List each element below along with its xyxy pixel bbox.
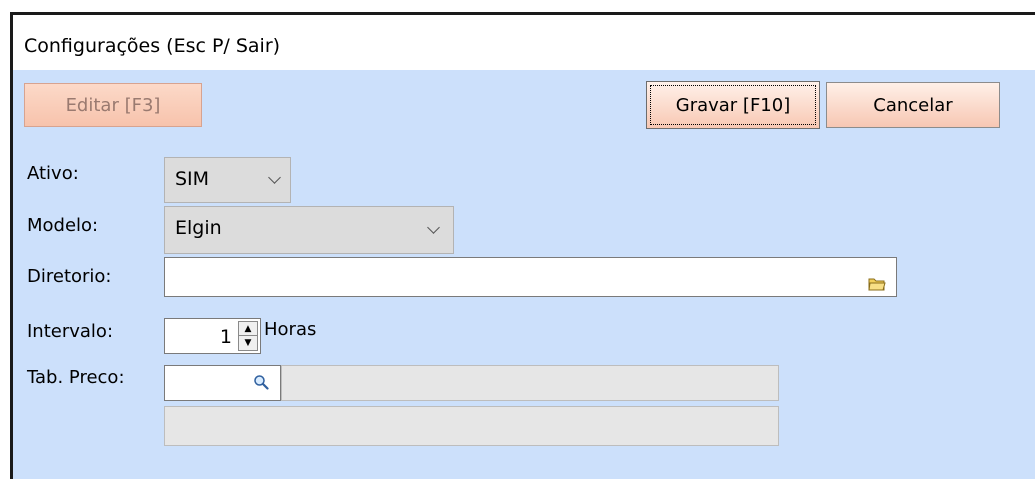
- spin-buttons: ▲ ▼: [238, 321, 258, 351]
- intervalo-value: 1: [219, 326, 232, 348]
- chevron-down-icon: [427, 221, 440, 234]
- cancelar-button[interactable]: Cancelar: [826, 82, 1000, 128]
- ativo-value: SIM: [175, 168, 210, 190]
- intervalo-label: Intervalo:: [27, 321, 114, 342]
- tab-preco-lookup-button[interactable]: [249, 368, 273, 396]
- tab-preco-description: [281, 365, 779, 401]
- ativo-select[interactable]: SIM: [164, 157, 291, 203]
- chevron-down-icon: [268, 171, 281, 184]
- focus-ring: [650, 85, 816, 125]
- ativo-label: Ativo:: [27, 163, 79, 184]
- editar-button-label: Editar [F3]: [65, 94, 161, 116]
- window-title: Configurações (Esc P/ Sair): [24, 35, 281, 57]
- modelo-select[interactable]: Elgin: [164, 206, 454, 254]
- intervalo-unit: Horas: [264, 319, 317, 340]
- intervalo-spinner[interactable]: 1 ▲ ▼: [164, 318, 261, 354]
- diretorio-input[interactable]: [164, 257, 897, 297]
- diretorio-label: Diretorio:: [27, 266, 112, 287]
- spin-down-button[interactable]: ▼: [239, 336, 257, 350]
- magnifier-icon: [254, 375, 269, 390]
- title-bar: Configurações (Esc P/ Sair): [13, 15, 1035, 70]
- gravar-button[interactable]: Gravar [F10]: [646, 81, 820, 129]
- tab-preco-detail: [164, 406, 779, 446]
- tab-preco-label: Tab. Preco:: [27, 367, 125, 388]
- config-window: Configurações (Esc P/ Sair) Editar [F3] …: [10, 12, 1035, 479]
- editar-button[interactable]: Editar [F3]: [24, 83, 202, 127]
- browse-folder-button[interactable]: [865, 272, 889, 296]
- cancelar-button-label: Cancelar: [873, 94, 953, 116]
- folder-icon: [868, 278, 886, 291]
- modelo-label: Modelo:: [27, 215, 99, 236]
- spin-up-button[interactable]: ▲: [239, 322, 257, 336]
- modelo-value: Elgin: [175, 217, 222, 239]
